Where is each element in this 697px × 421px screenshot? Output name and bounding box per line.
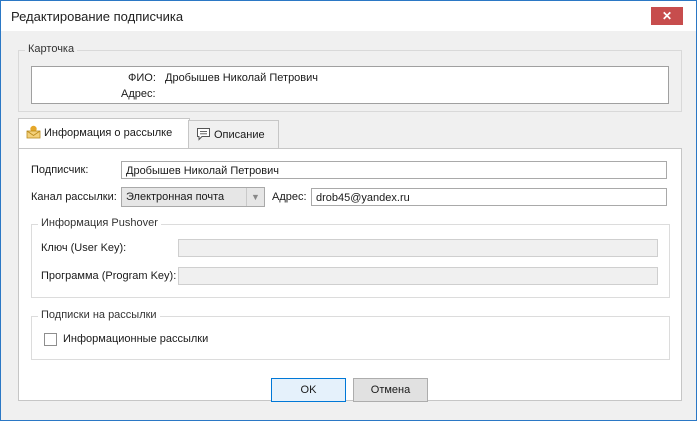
envelope-icon xyxy=(26,125,41,139)
close-icon: ✕ xyxy=(661,9,673,23)
program-key-label: Программа (Program Key): xyxy=(41,270,177,282)
close-button[interactable]: ✕ xyxy=(651,7,683,25)
pushover-group: Информация Pushover Ключ (User Key): Про… xyxy=(31,217,670,298)
subscriptions-group: Подписки на рассылки Информационные расс… xyxy=(31,309,670,360)
subscriber-field[interactable]: Дробышев Николай Петрович xyxy=(121,161,667,179)
card-panel: ФИО: Дробышев Николай Петрович Адрес: xyxy=(31,66,669,104)
card-address-label: Адрес: xyxy=(121,88,156,100)
subscriber-label: Подписчик: xyxy=(31,164,89,176)
user-key-field[interactable] xyxy=(178,239,658,257)
speech-bubble-icon xyxy=(197,128,210,141)
ok-button[interactable]: OK xyxy=(271,378,346,402)
window-title: Редактирование подписчика xyxy=(11,9,184,24)
newsletter-checkbox-label[interactable]: Информационные рассылки xyxy=(63,333,208,345)
dialog-body: Карточка ФИО: Дробышев Николай Петрович … xyxy=(1,31,696,420)
fio-label: ФИО: xyxy=(128,72,156,84)
pushover-group-title: Информация Pushover xyxy=(38,217,161,229)
program-key-field[interactable] xyxy=(178,267,658,285)
fio-value: Дробышев Николай Петрович xyxy=(165,72,319,84)
tab-mailing-info[interactable]: Информация о рассылке xyxy=(18,118,190,149)
chevron-down-icon[interactable]: ▼ xyxy=(246,188,264,206)
tab-description-label: Описание xyxy=(214,129,265,141)
tab-mailing-info-label: Информация о рассылке xyxy=(44,127,173,139)
title-bar: Редактирование подписчика ✕ xyxy=(1,1,696,31)
dialog-window: Редактирование подписчика ✕ Карточка ФИО… xyxy=(0,0,697,421)
subscriptions-group-title: Подписки на рассылки xyxy=(38,309,160,321)
user-key-label: Ключ (User Key): xyxy=(41,242,127,254)
card-group-title: Карточка xyxy=(25,43,78,55)
address-label: Адрес: xyxy=(272,191,307,203)
address-field[interactable]: drob45@yandex.ru xyxy=(311,188,667,206)
tab-panel-mailing-info: Подписчик: Дробышев Николай Петрович Кан… xyxy=(18,148,682,401)
channel-select[interactable]: Электронная почта ▼ xyxy=(121,187,265,207)
tab-description[interactable]: Описание xyxy=(188,120,279,150)
cancel-button[interactable]: Отмена xyxy=(353,378,428,402)
newsletter-checkbox[interactable] xyxy=(44,333,57,346)
channel-label: Канал рассылки: xyxy=(31,191,117,203)
channel-select-value: Электронная почта xyxy=(126,191,225,203)
